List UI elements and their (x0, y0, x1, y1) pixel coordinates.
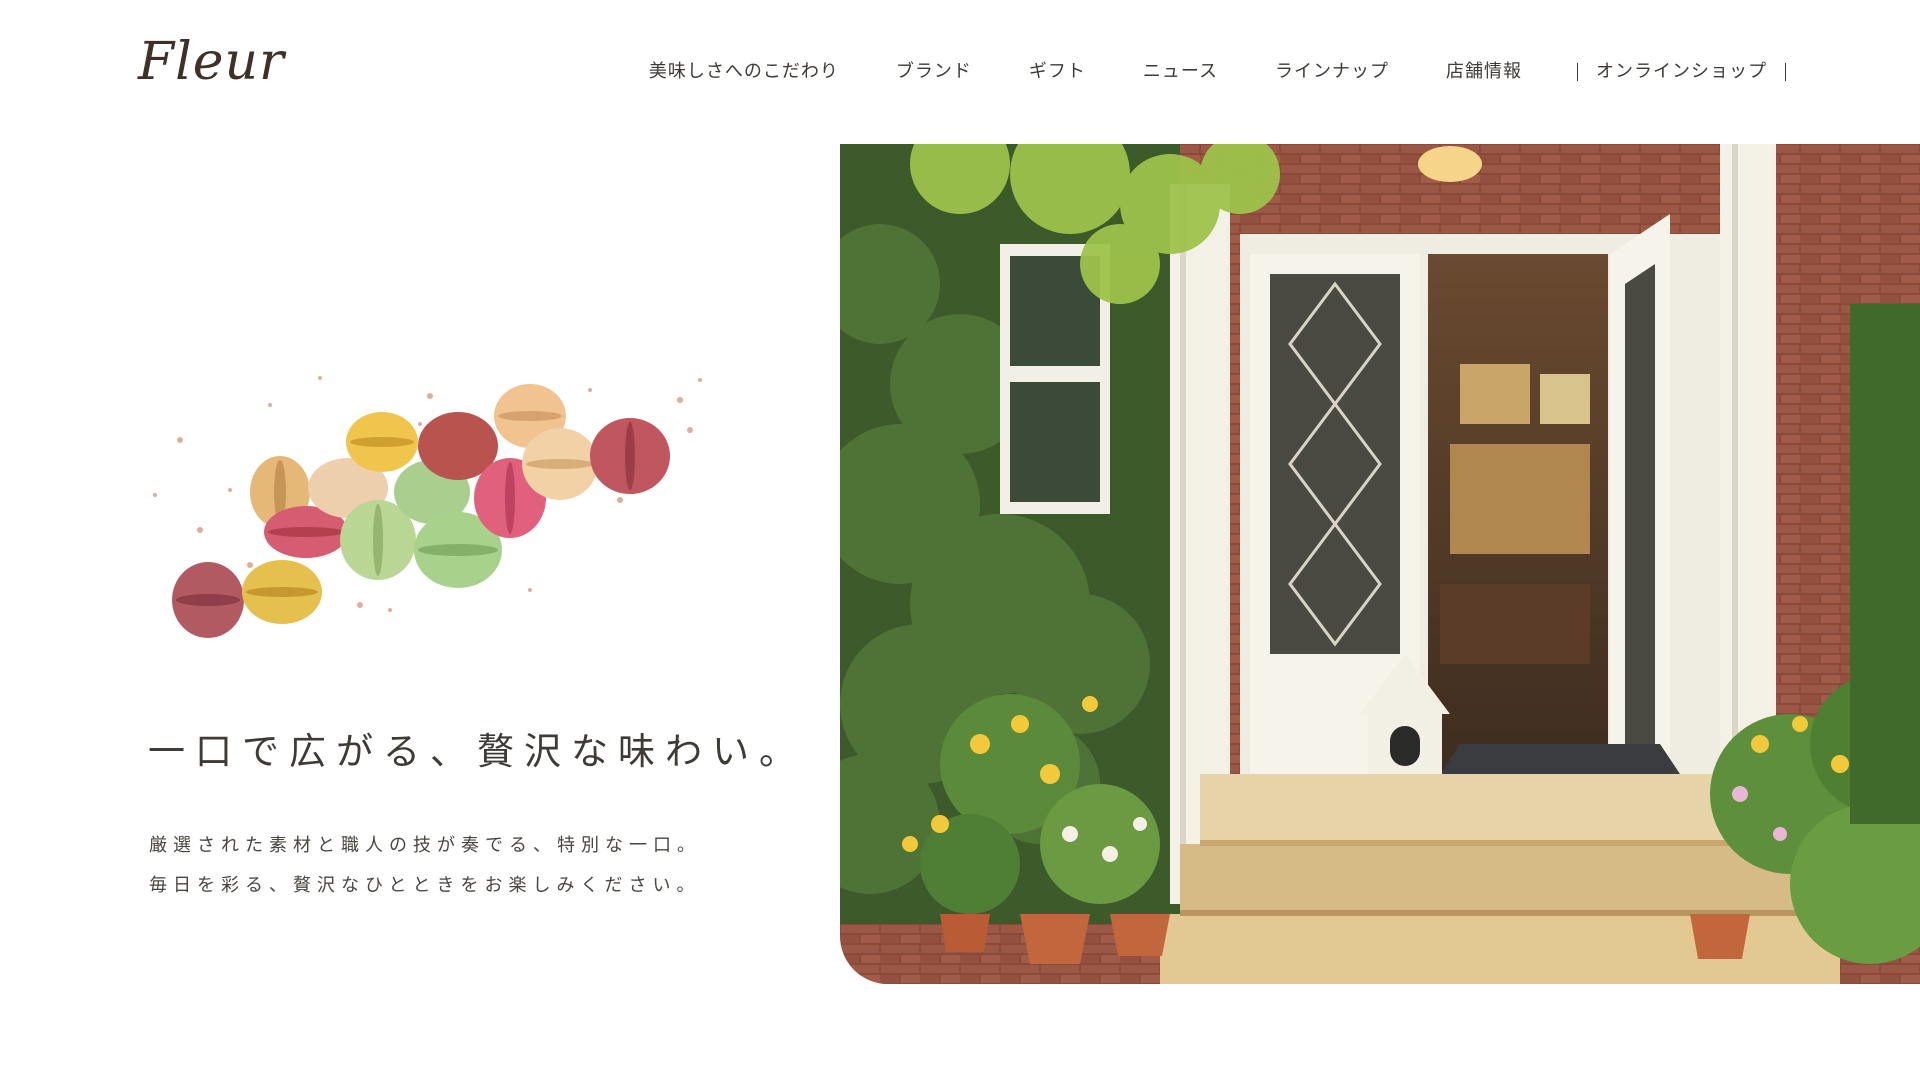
online-shop-link[interactable]: オンラインショップ (1577, 60, 1786, 84)
online-shop-label: オンラインショップ (1596, 61, 1767, 82)
nav-item-store-info[interactable]: 店舗情報 (1446, 60, 1522, 84)
nav-item-news[interactable]: ニュース (1143, 60, 1218, 84)
hero-description: 厳選された素材と職人の技が奏でる、特別な一口。 毎日を彩る、贅沢なひとときをお楽… (149, 826, 701, 906)
storefront-photo (840, 144, 1920, 984)
divider (1577, 63, 1578, 81)
nav-item-lineup[interactable]: ラインナップ (1275, 60, 1389, 84)
nav-item-gift[interactable]: ギフト (1029, 60, 1086, 84)
brand-logo[interactable]: Fleur (138, 36, 285, 88)
site-header: Fleur 美味しさへのこだわり ブランド ギフト ニュース ラインナップ 店舗… (0, 0, 1920, 140)
nav-item-kodawari[interactable]: 美味しさへのこだわり (649, 60, 839, 84)
hero-headline: 一口で広がる、贅沢な味わい。 (148, 730, 806, 773)
main-nav: 美味しさへのこだわり ブランド ギフト ニュース ラインナップ 店舗情報 オンラ… (649, 60, 1786, 84)
description-line: 毎日を彩る、贅沢なひとときをお楽しみください。 (149, 875, 701, 896)
description-line: 厳選された素材と職人の技が奏でる、特別な一口。 (149, 835, 701, 856)
macaron-illustration (120, 360, 740, 680)
divider (1785, 63, 1786, 81)
nav-item-brand[interactable]: ブランド (896, 60, 972, 84)
